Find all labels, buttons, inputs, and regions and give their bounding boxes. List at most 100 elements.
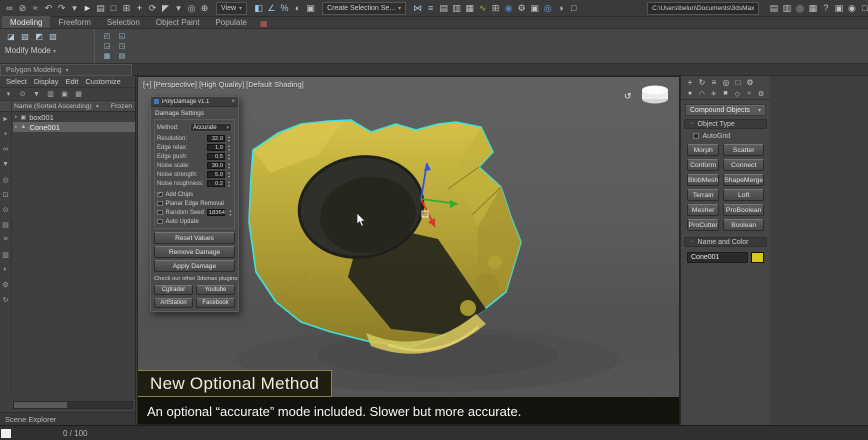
- undo-icon[interactable]: ↶: [42, 2, 55, 15]
- horizontal-scrollbar[interactable]: [13, 401, 133, 409]
- workspace-icon[interactable]: ▤: [767, 2, 780, 15]
- spinner-arrows[interactable]: ▴ ▾: [229, 209, 232, 216]
- spinner-value-field[interactable]: 0.2: [207, 179, 225, 188]
- window-controls-icon[interactable]: □: [858, 2, 868, 15]
- open-in-viewport-icon[interactable]: □: [567, 2, 580, 15]
- material-editor-icon[interactable]: ◉: [502, 2, 515, 15]
- spacewarps-category-icon[interactable]: ≈: [744, 89, 754, 99]
- tab-modeling[interactable]: Modeling: [2, 16, 51, 28]
- spinner-arrows[interactable]: ▴ ▾: [226, 180, 232, 187]
- checkbox[interactable]: [157, 209, 163, 216]
- rectangular-selection-icon[interactable]: □: [107, 2, 120, 15]
- morph-button[interactable]: Morph: [687, 144, 720, 156]
- menu-display[interactable]: Display: [34, 77, 59, 86]
- damaged-mesh-object[interactable]: [248, 119, 522, 354]
- youtube-button[interactable]: Youtube: [196, 285, 235, 295]
- autogrid-checkbox[interactable]: AutoGrid: [681, 131, 770, 141]
- unlink-selection-icon[interactable]: ⊘: [16, 2, 29, 15]
- select-and-move-icon[interactable]: +: [133, 2, 146, 15]
- random-seed-checkbox[interactable]: Random Seed 18364 ▴ ▾: [157, 208, 232, 217]
- checkbox-checked[interactable]: ✓: [157, 192, 163, 198]
- blobmesh-button[interactable]: BlobMesh: [687, 174, 720, 186]
- filter-objects-icon[interactable]: ▼: [1, 160, 11, 169]
- conform-button[interactable]: Conform: [687, 159, 720, 171]
- terrain-button[interactable]: Terrain: [687, 189, 720, 201]
- lock-explorer-icon[interactable]: ▣: [59, 89, 70, 100]
- object-color-swatch[interactable]: [751, 252, 764, 263]
- lights-category-icon[interactable]: ☀: [709, 89, 719, 99]
- selection-filter-icon[interactable]: ▾: [68, 2, 81, 15]
- spinner-arrows[interactable]: ▴ ▾: [226, 135, 232, 142]
- spinner-snap-icon[interactable]: ◐: [291, 2, 304, 15]
- search-icon[interactable]: ⊙: [17, 89, 28, 100]
- viewport[interactable]: [+] [Perspective] [High Quality] [Defaul…: [137, 76, 680, 425]
- toggle-layer-explorer-icon[interactable]: ▥: [450, 2, 463, 15]
- schematic-view-icon[interactable]: ⊞: [489, 2, 502, 15]
- planar-edge-removal-checkbox[interactable]: Planar Edge Removal: [157, 199, 232, 208]
- spinner-value-field[interactable]: 0.5: [207, 152, 225, 161]
- spinner-value-field[interactable]: 1.0: [207, 143, 225, 152]
- procutter-button[interactable]: ProCutter: [687, 219, 720, 231]
- twisty-icon[interactable]: ▸: [15, 114, 18, 120]
- motion-tab-icon[interactable]: ◎: [721, 77, 731, 87]
- mirror-icon[interactable]: ⋈: [411, 2, 424, 15]
- create-tab-icon[interactable]: +: [685, 77, 695, 87]
- spinner-value-field[interactable]: 30.0: [207, 161, 225, 170]
- layer-manager-icon[interactable]: ▥: [780, 2, 793, 15]
- sign-in-icon[interactable]: ▣: [832, 2, 845, 15]
- artstation-button[interactable]: ArtStation: [154, 298, 193, 308]
- mesher-button[interactable]: Mesher: [687, 204, 720, 216]
- add-object-icon[interactable]: +: [1, 130, 11, 139]
- edit-named-selections-icon[interactable]: ▣: [304, 2, 317, 15]
- tab-populate[interactable]: Populate: [207, 16, 255, 28]
- selection-tool-icon[interactable]: ▧: [47, 31, 59, 42]
- column-chooser-icon[interactable]: ▥: [45, 89, 56, 100]
- spinner-arrows[interactable]: ▴ ▾: [226, 171, 232, 178]
- scatter-button[interactable]: Scatter: [723, 144, 765, 156]
- cameras-category-icon[interactable]: ■: [721, 89, 731, 99]
- subobject-object-icon[interactable]: ▤: [116, 52, 128, 60]
- menu-edit[interactable]: Edit: [65, 77, 78, 86]
- toggle-ribbon-icon[interactable]: ▦: [463, 2, 476, 15]
- explorer-settings-icon[interactable]: ▦: [73, 89, 84, 100]
- reset-values-button[interactable]: Reset Values: [154, 232, 235, 244]
- object-type-rollout[interactable]: − Object Type: [684, 119, 767, 129]
- systems-category-icon[interactable]: ⚙: [756, 89, 766, 99]
- subobject-border-icon[interactable]: ◲: [101, 42, 113, 50]
- column-header-name[interactable]: Name (Sorted Ascending) ▲ Frozen: [0, 101, 135, 112]
- method-dropdown[interactable]: Accurate ▾: [190, 123, 232, 132]
- shapemerge-button[interactable]: ShapeMerge: [723, 174, 765, 186]
- select-and-rotate-icon[interactable]: ⟳: [146, 2, 159, 15]
- name-color-rollout[interactable]: − Name and Color: [684, 237, 767, 247]
- bind-to-spacewarp-icon[interactable]: ≈: [29, 2, 42, 15]
- subobject-polygon-icon[interactable]: ◳: [116, 42, 128, 50]
- scene-explorer-title[interactable]: Scene Explorer: [0, 412, 136, 425]
- explorer-config-icon[interactable]: ⚙: [1, 280, 11, 289]
- polygon-modeling-bar[interactable]: Polygon Modeling ▾: [0, 64, 132, 76]
- tab-selection[interactable]: Selection: [99, 16, 148, 28]
- menu-select[interactable]: Select: [6, 77, 27, 86]
- visibility-icon[interactable]: ◎: [1, 175, 11, 184]
- subobject-vertex-icon[interactable]: ◰: [101, 32, 113, 40]
- spinner-arrows[interactable]: ▴ ▾: [226, 144, 232, 151]
- orbit-icon[interactable]: ↺: [624, 91, 632, 101]
- redo-icon[interactable]: ↷: [55, 2, 68, 15]
- project-path-field[interactable]: C:\Users\belun\Documents\3dsMax: [647, 1, 760, 15]
- render-iterative-icon[interactable]: ◑: [554, 2, 567, 15]
- link-icon[interactable]: ∞: [1, 145, 11, 154]
- display-toggle-icon[interactable]: ▦: [806, 2, 819, 15]
- subobject-edge-icon[interactable]: ◱: [116, 32, 128, 40]
- paint-deform-icon[interactable]: ▨: [19, 31, 31, 42]
- select-and-scale-icon[interactable]: ◤: [159, 2, 172, 15]
- spinner-arrows[interactable]: ▴ ▾: [226, 153, 232, 160]
- spinner-value-field[interactable]: 32.0: [207, 134, 225, 143]
- checkbox[interactable]: [693, 133, 699, 139]
- auto-update-checkbox[interactable]: Auto Update: [157, 217, 232, 226]
- pin-icon[interactable]: ⊙: [1, 205, 11, 214]
- select-and-manipulate-icon[interactable]: ⊕: [198, 2, 211, 15]
- dialog-titlebar[interactable]: PolyDamage v1.1 ×: [151, 97, 238, 107]
- viewcube[interactable]: ↺: [624, 85, 668, 104]
- checkbox[interactable]: [157, 200, 163, 207]
- cgtrader-button[interactable]: Cgtrader: [154, 285, 193, 295]
- toggle-scene-explorer-icon[interactable]: ▤: [437, 2, 450, 15]
